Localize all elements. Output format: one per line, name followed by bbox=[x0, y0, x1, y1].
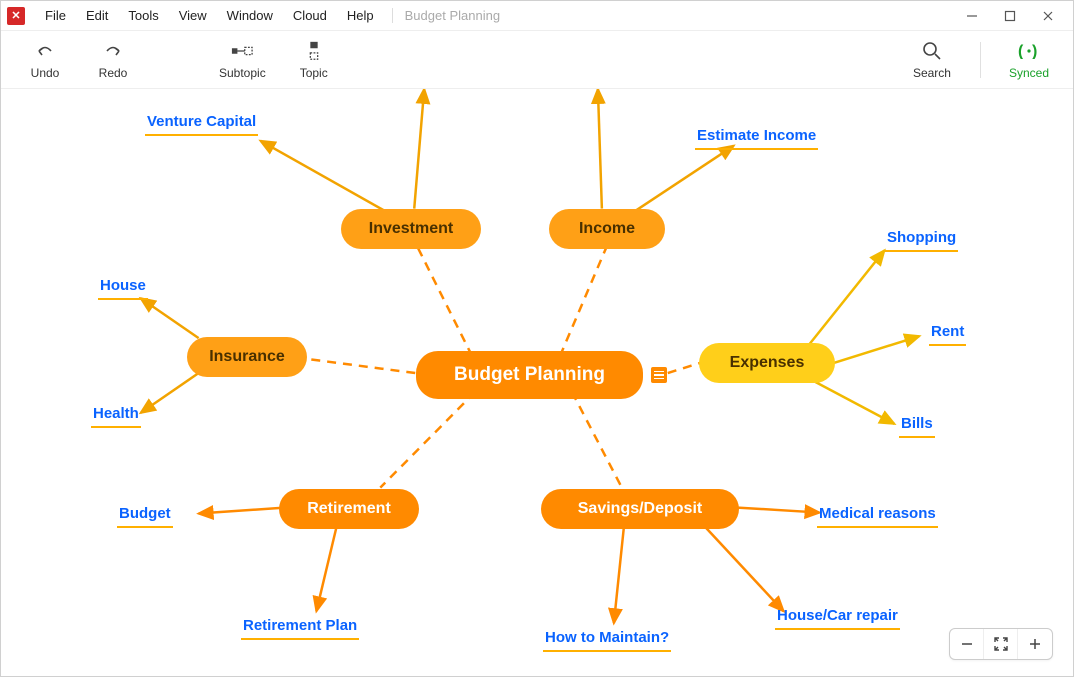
mindmap-canvas[interactable]: Budget Planning Investment Income Insura… bbox=[1, 89, 1073, 676]
window-close-button[interactable] bbox=[1029, 2, 1067, 30]
topic-button[interactable]: Topic bbox=[294, 40, 334, 80]
minimize-icon bbox=[966, 10, 978, 22]
leaf-budget[interactable]: Budget bbox=[117, 505, 173, 528]
leaf-retirement-plan[interactable]: Retirement Plan bbox=[241, 617, 359, 640]
topic-label: Topic bbox=[300, 66, 328, 80]
node-insurance[interactable]: Insurance bbox=[187, 337, 307, 377]
leaf-rent[interactable]: Rent bbox=[929, 323, 966, 346]
svg-text:(: ( bbox=[1018, 43, 1024, 59]
search-label: Search bbox=[913, 66, 951, 80]
subtopic-button[interactable]: Subtopic bbox=[219, 40, 266, 80]
search-icon bbox=[921, 40, 943, 62]
subtopic-label: Subtopic bbox=[219, 66, 266, 80]
plus-icon bbox=[1028, 637, 1042, 651]
topic-icon bbox=[303, 40, 325, 62]
note-marker-icon[interactable] bbox=[651, 367, 667, 383]
zoom-in-button[interactable] bbox=[1018, 629, 1052, 659]
fit-icon bbox=[993, 636, 1009, 652]
zoom-fit-button[interactable] bbox=[984, 629, 1018, 659]
menu-view[interactable]: View bbox=[169, 4, 217, 27]
zoom-out-button[interactable] bbox=[950, 629, 984, 659]
app-icon: ✕ bbox=[7, 7, 25, 25]
minus-icon bbox=[960, 637, 974, 651]
sync-icon: () bbox=[1018, 40, 1040, 62]
menu-window[interactable]: Window bbox=[217, 4, 283, 27]
menu-cloud[interactable]: Cloud bbox=[283, 4, 337, 27]
window-maximize-button[interactable] bbox=[991, 2, 1029, 30]
undo-label: Undo bbox=[31, 66, 60, 80]
menu-edit[interactable]: Edit bbox=[76, 4, 118, 27]
node-investment[interactable]: Investment bbox=[341, 209, 481, 249]
sync-label: Synced bbox=[1009, 66, 1049, 80]
redo-icon bbox=[102, 40, 124, 62]
redo-label: Redo bbox=[99, 66, 128, 80]
maximize-icon bbox=[1004, 10, 1016, 22]
menubar: ✕ File Edit Tools View Window Cloud Help… bbox=[1, 1, 1073, 31]
menu-tools[interactable]: Tools bbox=[118, 4, 168, 27]
leaf-estimate-income[interactable]: Estimate Income bbox=[695, 127, 818, 150]
leaf-health[interactable]: Health bbox=[91, 405, 141, 428]
leaf-how-to-maintain[interactable]: How to Maintain? bbox=[543, 629, 671, 652]
leaf-house-car-repair[interactable]: House/Car repair bbox=[775, 607, 900, 630]
leaf-bills[interactable]: Bills bbox=[899, 415, 935, 438]
zoom-control bbox=[949, 628, 1053, 660]
undo-button[interactable]: Undo bbox=[25, 40, 65, 80]
node-center[interactable]: Budget Planning bbox=[416, 351, 643, 399]
node-savings[interactable]: Savings/Deposit bbox=[541, 489, 739, 529]
node-retirement[interactable]: Retirement bbox=[279, 489, 419, 529]
undo-icon bbox=[34, 40, 56, 62]
redo-button[interactable]: Redo bbox=[93, 40, 133, 80]
leaf-venture-capital[interactable]: Venture Capital bbox=[145, 113, 258, 136]
svg-text:): ) bbox=[1032, 43, 1037, 59]
node-income[interactable]: Income bbox=[549, 209, 665, 249]
node-expenses[interactable]: Expenses bbox=[699, 343, 835, 383]
subtopic-icon bbox=[231, 40, 253, 62]
leaf-medical-reasons[interactable]: Medical reasons bbox=[817, 505, 938, 528]
document-title: Budget Planning bbox=[392, 8, 500, 23]
window-minimize-button[interactable] bbox=[953, 2, 991, 30]
toolbar-divider bbox=[980, 42, 981, 78]
leaf-house[interactable]: House bbox=[98, 277, 148, 300]
close-icon bbox=[1042, 10, 1054, 22]
sync-status[interactable]: () Synced bbox=[1009, 40, 1049, 80]
leaf-shopping[interactable]: Shopping bbox=[885, 229, 958, 252]
search-button[interactable]: Search bbox=[912, 40, 952, 80]
menu-file[interactable]: File bbox=[35, 4, 76, 27]
menu-help[interactable]: Help bbox=[337, 4, 384, 27]
toolbar: Undo Redo Subtopic Topic Search () Synce… bbox=[1, 31, 1073, 89]
